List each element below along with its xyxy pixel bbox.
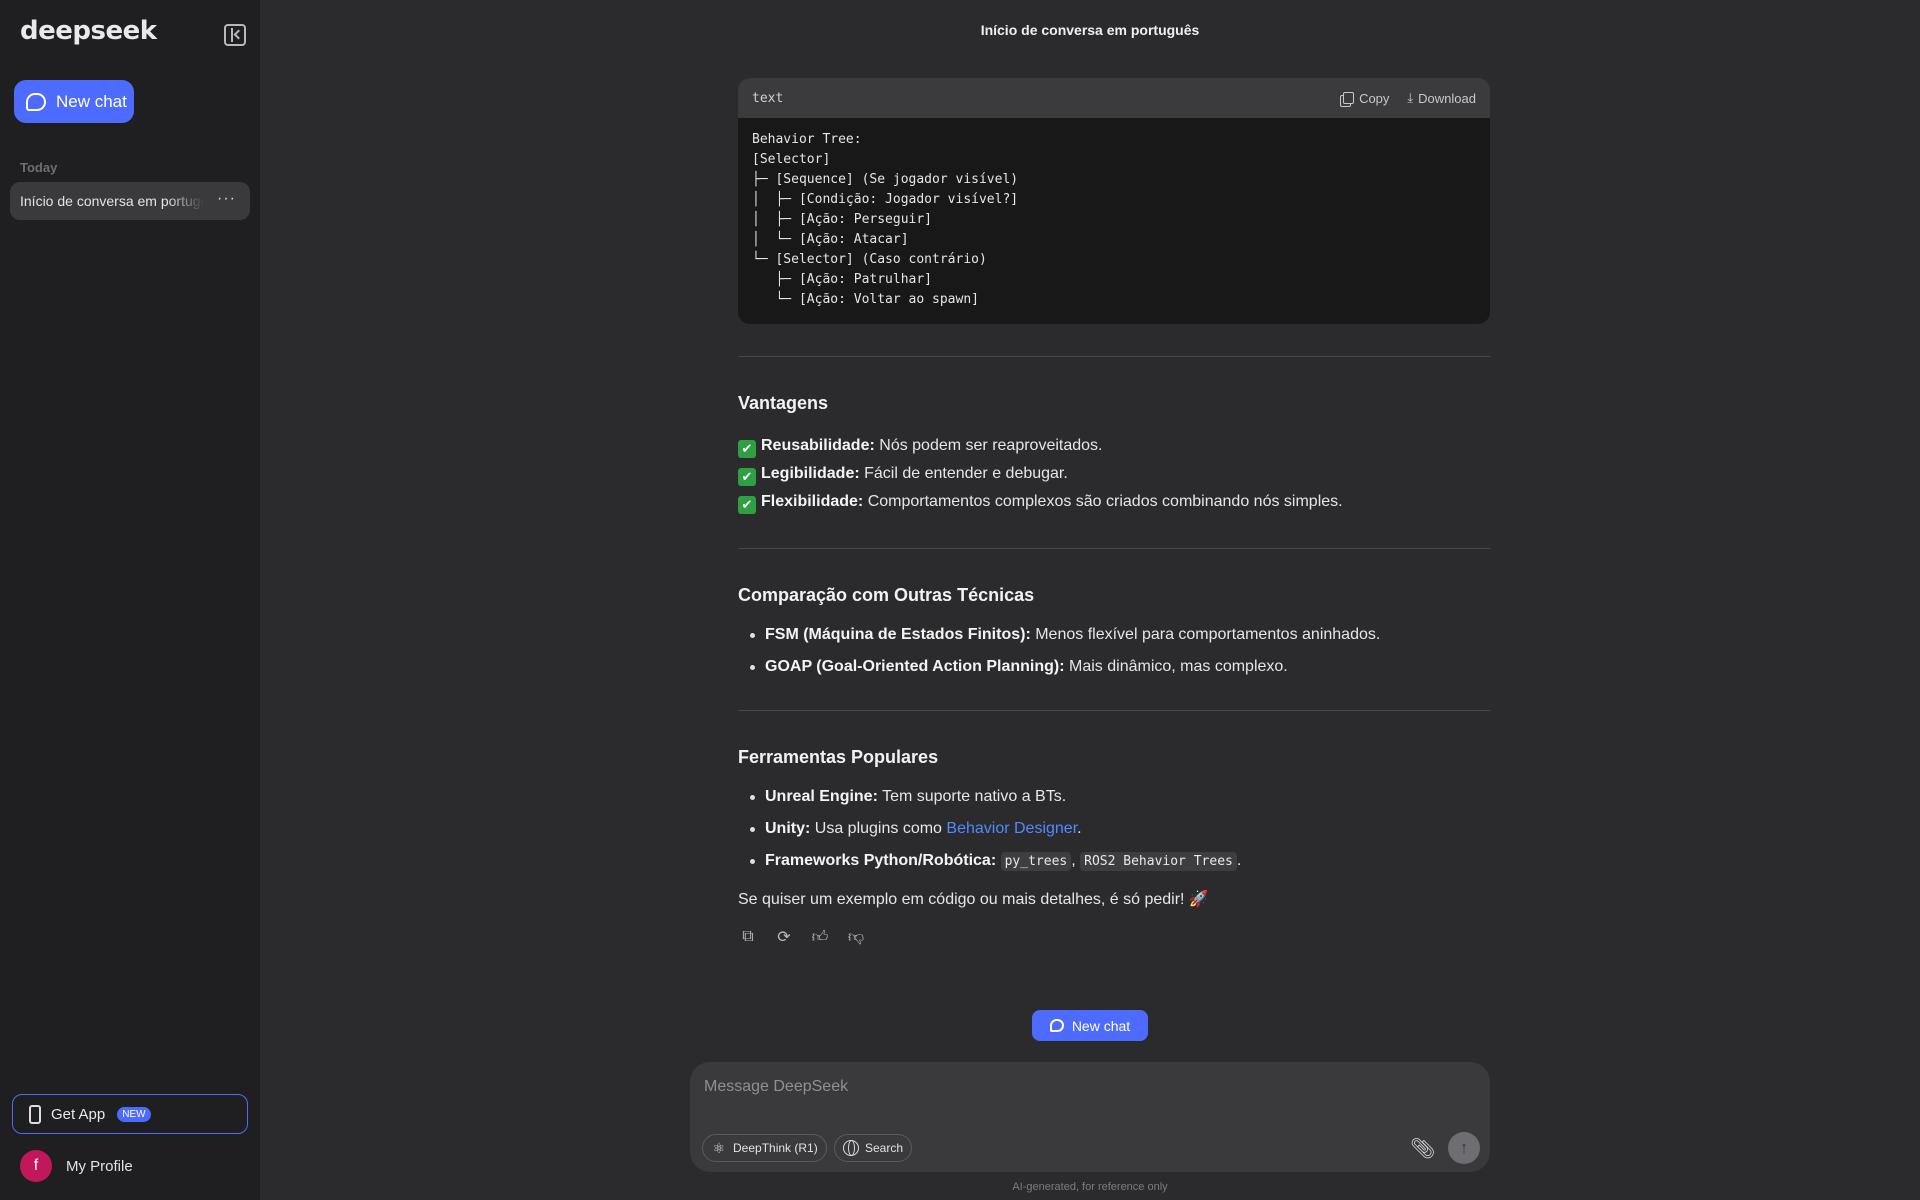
section-heading-comparacao: Comparação com Outras Técnicas — [738, 585, 1035, 605]
copy-icon[interactable]: ⧉ — [738, 927, 758, 947]
code-block: text Copy ⤓ Download Behavior Tree: [Sel… — [738, 78, 1490, 324]
new-chat-icon — [1049, 1019, 1064, 1032]
list-item-text: Mais dinâmico, mas complexo. — [1064, 658, 1288, 675]
list-item-title: Frameworks Python/Robótica: — [765, 852, 997, 869]
download-code-button[interactable]: ⤓ Download — [1407, 90, 1476, 106]
advantage-text: Nós podem ser reaproveitados. — [874, 437, 1103, 454]
new-chat-pill-button[interactable]: New chat — [1032, 1010, 1148, 1041]
closing-text: Se quiser um exemplo em código ou mais d… — [738, 891, 1209, 908]
advantage-title: Flexibilidade: — [761, 493, 864, 510]
thumbs-down-icon[interactable]: 👎︎ — [846, 927, 866, 947]
list-item-text: Menos flexível para comportamentos aninh… — [1030, 626, 1381, 643]
advantage-item: ✔ Reusabilidade: Nós podem ser reaproveit… — [738, 432, 1490, 460]
copy-label: Copy — [1359, 90, 1390, 106]
tools-list: Unreal Engine: Tem suporte nativo a BTs.… — [738, 786, 1490, 873]
advantage-item: ✔ Legibilidade: Fácil de entender e debug… — [738, 460, 1490, 488]
assistant-message: text Copy ⤓ Download Behavior Tree: [Sel… — [738, 78, 1490, 947]
new-chat-pill-label: New chat — [1071, 1017, 1131, 1034]
regenerate-icon[interactable]: ⟳ — [774, 927, 794, 947]
advantage-text: Comportamentos complexos são criados com… — [863, 493, 1343, 510]
search-label: Search — [865, 1141, 904, 1155]
code-language: text — [752, 90, 784, 106]
new-chat-button[interactable]: New chat — [14, 80, 134, 123]
section-heading-vantagens: Vantagens — [738, 393, 829, 413]
download-label: Download — [1418, 90, 1476, 106]
new-badge: NEW — [117, 1106, 151, 1122]
profile-label: My Profile — [66, 1157, 133, 1175]
list-item-title: Unity: — [765, 820, 811, 837]
list-item: GOAP (Goal-Oriented Action Planning): Ma… — [738, 656, 1490, 678]
deepthink-toggle[interactable]: ⚛ DeepThink (R1) — [702, 1134, 827, 1162]
message-actions: ⧉ ⟳ 👍︎ 👎︎ — [738, 927, 1490, 947]
new-chat-icon — [26, 92, 46, 111]
collapse-sidebar-icon[interactable] — [224, 24, 246, 46]
history-item[interactable]: Início de conversa em português ··· — [10, 182, 250, 220]
list-item: Frameworks Python/Robótica: py_trees, RO… — [738, 850, 1490, 873]
punctuation: , — [1071, 852, 1076, 869]
attach-file-icon[interactable]: 📎︎ — [1410, 1136, 1435, 1161]
deepthink-label: DeepThink (R1) — [733, 1141, 818, 1155]
my-profile-button[interactable]: f My Profile — [20, 1150, 133, 1182]
conversation-title: Início de conversa em português — [980, 22, 1200, 38]
check-mark-icon: ✔ — [738, 496, 756, 514]
divider — [738, 710, 1490, 711]
check-mark-icon: ✔ — [738, 468, 756, 486]
list-item-text: Tem suporte nativo a BTs. — [877, 788, 1067, 805]
advantage-item: ✔ Flexibilidade: Comportamentos complexos… — [738, 488, 1490, 516]
get-app-label: Get App — [51, 1105, 106, 1123]
inline-code: py_trees — [1000, 852, 1072, 871]
deepthink-icon: ⚛ — [712, 1140, 726, 1156]
message-input[interactable] — [704, 1072, 1464, 1102]
code-content: Behavior Tree: [Selector] ├─ [Sequence] … — [752, 132, 1019, 307]
section-heading-ferramentas: Ferramentas Populares — [738, 747, 939, 767]
send-button[interactable]: ↑ — [1448, 1132, 1480, 1164]
phone-icon — [29, 1104, 41, 1124]
punctuation: . — [1077, 820, 1082, 837]
divider — [738, 356, 1490, 357]
deepseek-logo[interactable]: deepseek — [20, 16, 157, 46]
search-toggle[interactable]: Search — [834, 1134, 913, 1162]
code-block-header: text Copy ⤓ Download — [738, 78, 1490, 118]
list-item-title: GOAP (Goal-Oriented Action Planning): — [765, 658, 1065, 675]
thumbs-up-icon[interactable]: 👍︎ — [810, 927, 830, 947]
history-section-today: Today — [20, 160, 58, 175]
copy-code-button[interactable]: Copy — [1343, 91, 1389, 106]
list-item: Unreal Engine: Tem suporte nativo a BTs. — [738, 786, 1490, 808]
disclaimer: AI-generated, for reference only — [1012, 1181, 1168, 1193]
list-item: FSM (Máquina de Estados Finitos): Menos … — [738, 624, 1490, 646]
avatar: f — [20, 1150, 52, 1182]
copy-icon — [1343, 92, 1355, 104]
comparison-list: FSM (Máquina de Estados Finitos): Menos … — [738, 624, 1490, 678]
download-icon: ⤓ — [1407, 90, 1414, 105]
advantage-title: Legibilidade: — [761, 465, 860, 482]
list-item-title: FSM (Máquina de Estados Finitos): — [765, 626, 1031, 643]
sidebar: deepseek New chat Today Início de conver… — [0, 0, 260, 1200]
divider — [738, 548, 1490, 549]
list-item-title: Unreal Engine: — [765, 788, 878, 805]
punctuation: . — [1236, 852, 1242, 869]
history-item-title: Início de conversa em português — [20, 193, 204, 209]
list-item: Unity: Usa plugins como Behavior Designe… — [738, 818, 1490, 840]
get-app-button[interactable]: Get App NEW — [12, 1094, 248, 1134]
check-mark-icon: ✔ — [738, 440, 756, 458]
new-chat-label: New chat — [56, 91, 127, 111]
inline-code: ROS2 Behavior Trees — [1080, 852, 1237, 871]
list-item-text: Usa plugins como — [810, 820, 947, 837]
more-options-icon[interactable]: ··· — [217, 190, 236, 208]
message-composer: ⚛ DeepThink (R1) Search 📎︎ ↑ — [690, 1062, 1490, 1172]
behavior-designer-link[interactable]: Behavior Designer — [946, 820, 1077, 837]
advantage-text: Fácil de entender e debugar. — [859, 465, 1068, 482]
advantage-title: Reusabilidade: — [761, 437, 875, 454]
globe-icon — [843, 1140, 859, 1156]
